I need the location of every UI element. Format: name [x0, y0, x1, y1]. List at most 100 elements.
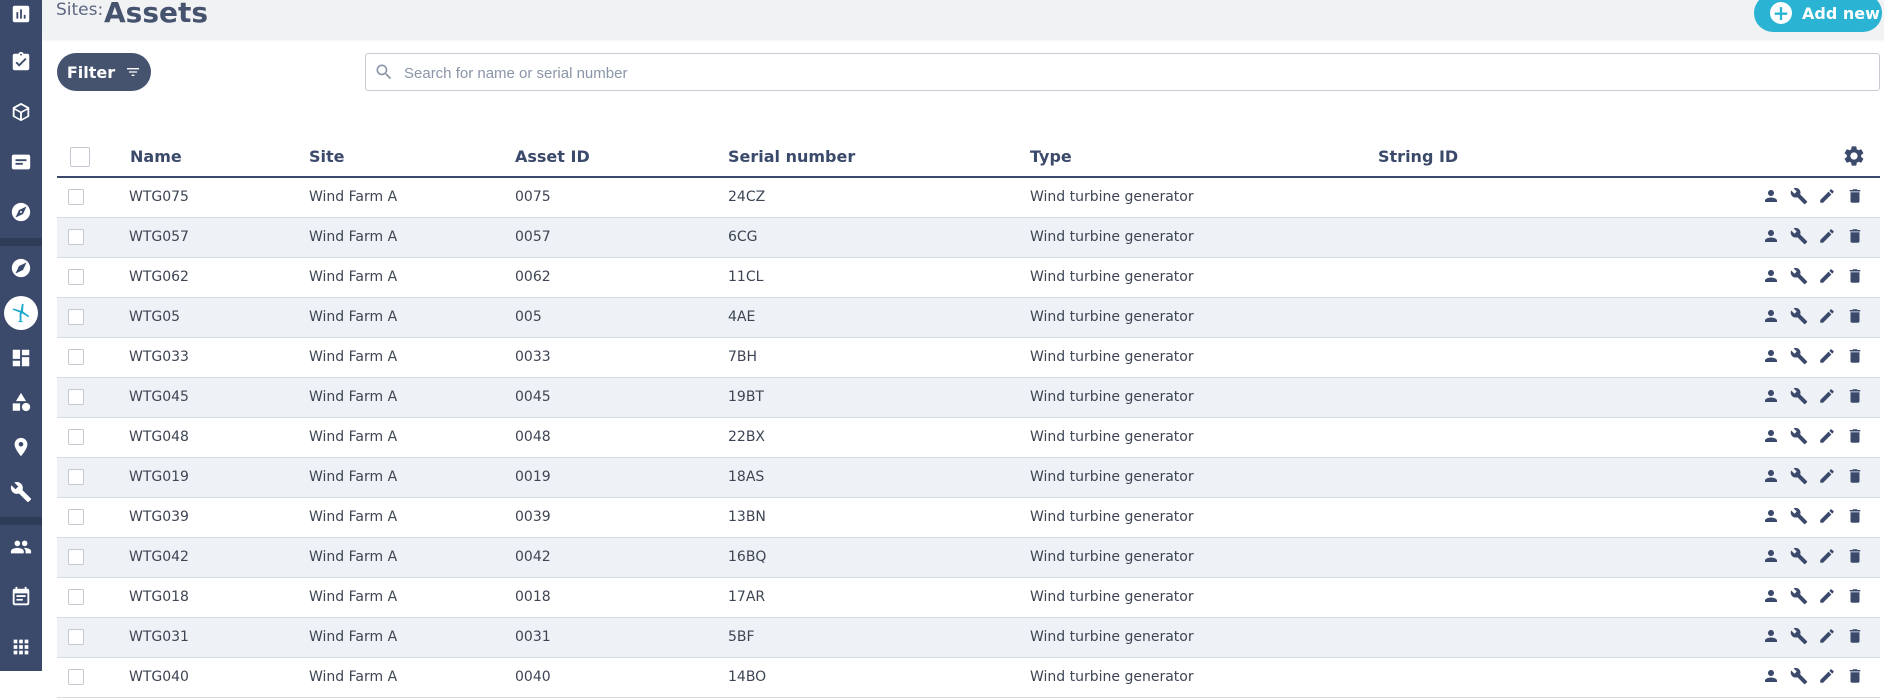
wrench-icon[interactable] [1790, 267, 1808, 285]
wrench-icon[interactable] [1790, 667, 1808, 685]
list-card-icon[interactable] [0, 142, 42, 182]
wrench-icon[interactable] [1790, 307, 1808, 325]
person-icon[interactable] [1762, 627, 1780, 645]
table-row[interactable]: WTG05 Wind Farm A 005 4AE Wind turbine g… [57, 298, 1880, 338]
trash-icon[interactable] [1846, 627, 1864, 645]
clipboard-check-icon[interactable] [0, 42, 42, 82]
person-icon[interactable] [1762, 267, 1780, 285]
trash-icon[interactable] [1846, 467, 1864, 485]
edit-pencil-icon[interactable] [1818, 267, 1836, 285]
person-icon[interactable] [1762, 547, 1780, 565]
row-checkbox[interactable] [68, 229, 84, 245]
table-row[interactable]: WTG019 Wind Farm A 0019 18AS Wind turbin… [57, 458, 1880, 498]
edit-pencil-icon[interactable] [1818, 587, 1836, 605]
trash-icon[interactable] [1846, 427, 1864, 445]
trash-icon[interactable] [1846, 547, 1864, 565]
column-header-asset-id[interactable]: Asset ID [515, 147, 590, 166]
column-header-type[interactable]: Type [1030, 147, 1072, 166]
edit-pencil-icon[interactable] [1818, 307, 1836, 325]
row-checkbox[interactable] [68, 309, 84, 325]
wrench-icon[interactable] [1790, 187, 1808, 205]
location-pin-icon[interactable] [0, 427, 42, 467]
edit-pencil-icon[interactable] [1818, 387, 1836, 405]
row-checkbox[interactable] [68, 349, 84, 365]
wrench-icon[interactable] [1790, 467, 1808, 485]
trash-icon[interactable] [1846, 507, 1864, 525]
table-row[interactable]: WTG057 Wind Farm A 0057 6CG Wind turbine… [57, 218, 1880, 258]
package-icon[interactable] [0, 92, 42, 132]
wrench-icon[interactable] [1790, 587, 1808, 605]
wrench-icon[interactable] [1790, 507, 1808, 525]
person-icon[interactable] [1762, 587, 1780, 605]
wrench-icon[interactable] [1790, 347, 1808, 365]
search-input[interactable] [402, 54, 1866, 92]
trash-icon[interactable] [1846, 227, 1864, 245]
row-checkbox[interactable] [68, 669, 84, 685]
breadcrumb[interactable]: Sites: [56, 0, 103, 20]
column-header-serial-number[interactable]: Serial number [728, 147, 855, 166]
dashboard-icon[interactable] [0, 338, 42, 378]
row-checkbox[interactable] [68, 469, 84, 485]
wrench-icon[interactable] [1790, 627, 1808, 645]
row-checkbox[interactable] [68, 189, 84, 205]
trash-icon[interactable] [1846, 667, 1864, 685]
wrench-icon[interactable] [0, 472, 42, 512]
row-checkbox[interactable] [68, 629, 84, 645]
edit-pencil-icon[interactable] [1818, 347, 1836, 365]
wrench-icon[interactable] [1790, 387, 1808, 405]
edit-pencil-icon[interactable] [1818, 667, 1836, 685]
table-row[interactable]: WTG042 Wind Farm A 0042 16BQ Wind turbin… [57, 538, 1880, 578]
person-icon[interactable] [1762, 227, 1780, 245]
row-checkbox[interactable] [68, 549, 84, 565]
table-row[interactable]: WTG031 Wind Farm A 0031 5BF Wind turbine… [57, 618, 1880, 658]
column-header-string-id[interactable]: String ID [1378, 147, 1458, 166]
trash-icon[interactable] [1846, 267, 1864, 285]
wrench-icon[interactable] [1790, 227, 1808, 245]
wrench-icon[interactable] [1790, 427, 1808, 445]
table-row[interactable]: WTG040 Wind Farm A 0040 14BO Wind turbin… [57, 658, 1880, 698]
table-row[interactable]: WTG075 Wind Farm A 0075 24CZ Wind turbin… [57, 178, 1880, 218]
edit-pencil-icon[interactable] [1818, 427, 1836, 445]
apps-grid-icon[interactable] [0, 627, 42, 667]
people-icon[interactable] [0, 527, 42, 567]
edit-pencil-icon[interactable] [1818, 627, 1836, 645]
person-icon[interactable] [1762, 347, 1780, 365]
filter-button[interactable]: Filter [57, 53, 151, 91]
edit-pencil-icon[interactable] [1818, 547, 1836, 565]
trash-icon[interactable] [1846, 187, 1864, 205]
edit-pencil-icon[interactable] [1818, 467, 1836, 485]
gear-icon[interactable] [1842, 144, 1866, 168]
column-header-name[interactable]: Name [130, 147, 182, 166]
trash-icon[interactable] [1846, 587, 1864, 605]
person-icon[interactable] [1762, 187, 1780, 205]
person-icon[interactable] [1762, 467, 1780, 485]
person-icon[interactable] [1762, 307, 1780, 325]
trash-icon[interactable] [1846, 307, 1864, 325]
row-checkbox[interactable] [68, 589, 84, 605]
edit-pencil-icon[interactable] [1818, 227, 1836, 245]
table-row[interactable]: WTG048 Wind Farm A 0048 22BX Wind turbin… [57, 418, 1880, 458]
shapes-icon[interactable] [0, 382, 42, 422]
calendar-list-icon[interactable] [0, 577, 42, 617]
chart-icon[interactable] [0, 0, 42, 34]
person-icon[interactable] [1762, 667, 1780, 685]
person-icon[interactable] [1762, 387, 1780, 405]
select-all-checkbox[interactable] [70, 147, 90, 167]
edit-pencil-icon[interactable] [1818, 187, 1836, 205]
row-checkbox[interactable] [68, 429, 84, 445]
table-row[interactable]: WTG018 Wind Farm A 0018 17AR Wind turbin… [57, 578, 1880, 618]
person-icon[interactable] [1762, 507, 1780, 525]
row-checkbox[interactable] [68, 269, 84, 285]
person-icon[interactable] [1762, 427, 1780, 445]
trash-icon[interactable] [1846, 347, 1864, 365]
table-row[interactable]: WTG062 Wind Farm A 0062 11CL Wind turbin… [57, 258, 1880, 298]
wind-turbine-icon[interactable] [0, 293, 42, 333]
row-checkbox[interactable] [68, 389, 84, 405]
table-row[interactable]: WTG039 Wind Farm A 0039 13BN Wind turbin… [57, 498, 1880, 538]
table-row[interactable]: WTG045 Wind Farm A 0045 19BT Wind turbin… [57, 378, 1880, 418]
compass-icon[interactable] [0, 192, 42, 232]
add-new-button[interactable]: + Add new [1754, 0, 1882, 32]
row-checkbox[interactable] [68, 509, 84, 525]
table-row[interactable]: WTG033 Wind Farm A 0033 7BH Wind turbine… [57, 338, 1880, 378]
trash-icon[interactable] [1846, 387, 1864, 405]
